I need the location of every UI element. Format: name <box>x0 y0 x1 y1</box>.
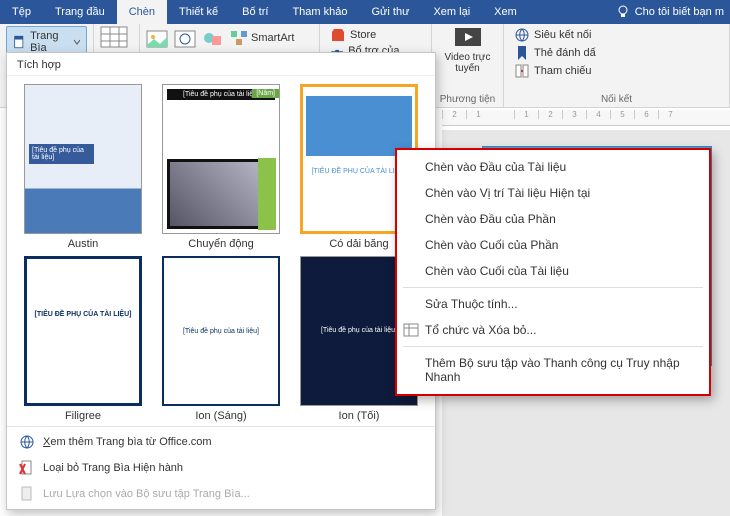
organize-icon <box>403 322 419 338</box>
tab-insert[interactable]: Chèn <box>117 0 167 24</box>
link-icon <box>514 27 530 43</box>
gallery-grid: [Tiêu đề phụ của tài liệu] Austin [Năm] … <box>7 76 435 426</box>
gallery-item-austin[interactable]: [Tiêu đề phụ của tài liệu] Austin <box>17 84 149 250</box>
pictures-icon[interactable] <box>146 30 168 50</box>
thumb-year: [Năm] <box>252 89 279 98</box>
tab-design[interactable]: Thiết kế <box>167 0 230 24</box>
remove-label: Loại bỏ Trang Bìa Hiện hành <box>43 462 183 474</box>
tab-review[interactable]: Xem lại <box>421 0 482 24</box>
bookmark-label: Thẻ đánh dấ <box>534 47 596 59</box>
store-button[interactable]: Store <box>326 26 425 44</box>
edit-properties[interactable]: Sửa Thuộc tính... <box>397 291 709 317</box>
cover-page-gallery: Tích hợp [Tiêu đề phụ của tài liệu] Aust… <box>6 52 436 510</box>
lightbulb-icon <box>615 4 631 20</box>
gallery-caption: Ion (Tối) <box>339 410 380 422</box>
ribbon-tabs: Tệp Trang đầu Chèn Thiết kế Bố trí Tham … <box>0 0 730 24</box>
gallery-category-header: Tích hợp <box>7 53 435 76</box>
gallery-footer: Xem thêm Trang bìa từ Office.com Loại bỏ… <box>7 426 435 509</box>
separator <box>403 346 703 347</box>
thumbnail: [Tiêu đề phụ của tài liệu] <box>162 256 280 406</box>
save-label: Lưu Lựa chọn vào Bộ sưu tập Trang Bìa... <box>43 488 250 500</box>
insert-current-pos[interactable]: Chèn vào Vị trí Tài liệu Hiện tại <box>397 180 709 206</box>
tell-me-text: Cho tôi biết bạn m <box>635 6 724 18</box>
gallery-caption: Chuyển động <box>188 238 253 250</box>
thumbnail: [Tiêu đề phụ của tài liệu] <box>24 84 142 234</box>
separator <box>403 287 703 288</box>
table-icon <box>100 26 128 48</box>
tab-home[interactable]: Trang đầu <box>43 0 117 24</box>
crossref-icon <box>514 63 530 79</box>
online-video-icon[interactable] <box>453 26 483 50</box>
gallery-item-ion-light[interactable]: [Tiêu đề phụ của tài liệu] Ion (Sáng) <box>155 256 287 422</box>
store-icon <box>330 27 346 43</box>
remove-cover-page[interactable]: Loại bỏ Trang Bìa Hiện hành <box>7 455 435 481</box>
thumbnail: [TIÊU ĐỀ PHỤ CỦA TÀI LIỆU] <box>24 256 142 406</box>
hyperlink-button[interactable]: Siêu kết nối <box>510 26 723 44</box>
insert-doc-end[interactable]: Chèn vào Cuối của Tài liệu <box>397 258 709 284</box>
smartart-button[interactable]: SmartArt <box>230 30 294 46</box>
shapes-icon[interactable] <box>202 30 224 50</box>
media-group-label: Phương tiện <box>432 94 503 105</box>
tab-view[interactable]: Xem <box>482 0 529 24</box>
thumbnail: [Năm] [Tiêu đề phụ của tài liệu] <box>162 84 280 234</box>
hyperlink-label: Siêu kết nối <box>534 29 591 41</box>
gallery-item-motion[interactable]: [Năm] [Tiêu đề phụ của tài liệu] Chuyển … <box>155 84 287 250</box>
insert-section-end[interactable]: Chèn vào Cuối của Phần <box>397 232 709 258</box>
more-from-office[interactable]: Xem thêm Trang bìa từ Office.com <box>7 429 435 455</box>
save-selection-gallery: Lưu Lựa chọn vào Bộ sưu tập Trang Bìa... <box>7 481 435 507</box>
tell-me-search[interactable]: Cho tôi biết bạn m <box>609 4 730 20</box>
gallery-caption: Ion (Sáng) <box>195 410 246 422</box>
gallery-caption: Austin <box>68 238 99 250</box>
save-page-icon <box>19 486 35 502</box>
chevron-down-icon <box>73 38 80 46</box>
page-icon <box>13 34 26 50</box>
video-label[interactable]: Video trực tuyến <box>438 52 497 74</box>
tab-layout[interactable]: Bố trí <box>230 0 280 24</box>
bookmark-icon <box>514 45 530 61</box>
add-gallery-qat[interactable]: Thêm Bộ sưu tập vào Thanh công cụ Truy n… <box>397 350 709 390</box>
organize-label: Tổ chức và Xóa bỏ... <box>425 323 536 337</box>
thumb-subtitle: [Tiêu đề phụ của tài liệu] <box>29 144 94 164</box>
remove-page-icon <box>19 460 35 476</box>
tab-file[interactable]: Tệp <box>0 0 43 24</box>
store-label: Store <box>350 29 376 41</box>
thumb-subtitle: [TIÊU ĐỀ PHỤ CỦA TÀI LIỆU] <box>31 311 135 318</box>
thumb-subtitle: [Tiêu đề phụ của tài liệu] <box>168 328 274 335</box>
links-group-label: Nối kết <box>504 94 729 105</box>
crossref-button[interactable]: Tham chiếu <box>510 62 723 80</box>
gallery-caption: Filigree <box>65 410 101 422</box>
gallery-caption: Có dải băng <box>329 238 388 250</box>
context-menu: Chèn vào Đầu của Tài liệu Chèn vào Vị tr… <box>395 148 711 396</box>
tab-references[interactable]: Tham khảo <box>280 0 359 24</box>
insert-doc-start[interactable]: Chèn vào Đầu của Tài liệu <box>397 154 709 180</box>
insert-section-start[interactable]: Chèn vào Đầu của Phần <box>397 206 709 232</box>
online-pictures-icon[interactable] <box>174 30 196 50</box>
horizontal-ruler[interactable]: 211234567 <box>442 110 730 126</box>
more-label: Xem thêm Trang bìa từ Office.com <box>43 436 212 448</box>
smartart-icon <box>230 30 248 46</box>
cover-page-label: Trang Bìa <box>30 30 69 54</box>
tab-mailings[interactable]: Gửi thư <box>359 0 421 24</box>
bookmark-button[interactable]: Thẻ đánh dấ <box>510 44 723 62</box>
organize-delete[interactable]: Tổ chức và Xóa bỏ... <box>397 317 709 343</box>
gallery-item-filigree[interactable]: [TIÊU ĐỀ PHỤ CỦA TÀI LIỆU] Filigree <box>17 256 149 422</box>
globe-icon <box>19 434 35 450</box>
smartart-label: SmartArt <box>251 32 294 44</box>
crossref-label: Tham chiếu <box>534 65 591 77</box>
